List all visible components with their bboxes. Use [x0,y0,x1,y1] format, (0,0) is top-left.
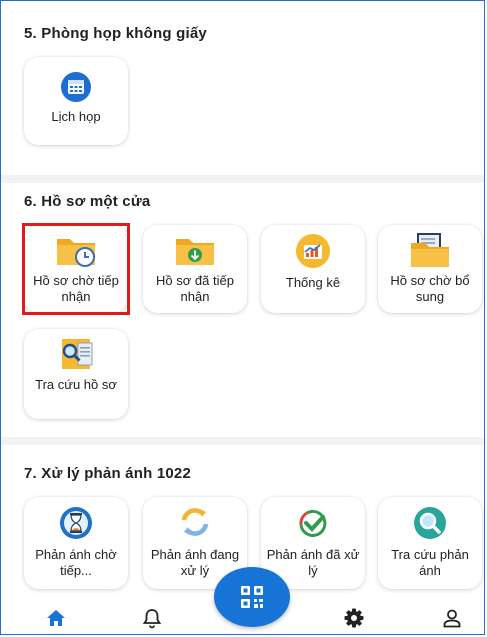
tile-lookup-records[interactable]: Tra cứu hồ sơ [24,329,128,419]
folder-clock-icon [54,233,98,269]
section-title: 5. Phòng họp không giấy [24,25,207,42]
section-divider [1,437,484,445]
bell-icon[interactable] [141,607,163,629]
hourglass-icon [58,505,94,541]
tile-label: Tra cứu phản ánh [391,547,469,578]
tile-feedback-awaiting[interactable]: Phản ánh chờ tiếp... [24,497,128,589]
folder-documents-icon [408,231,452,269]
tile-label: Phản ánh chờ tiếp... [35,547,117,578]
app-screen: 5. Phòng họp không giấy Lịch họp 6. Hồ s… [0,0,485,635]
user-icon[interactable] [441,607,463,629]
folder-download-icon [173,233,217,269]
section-title: 6. Hồ sơ một cửa [24,193,151,210]
tile-label: Hồ sơ chờ tiếp nhận [33,273,119,304]
gear-icon[interactable] [343,607,365,629]
tile-records-awaiting-receipt[interactable]: Hồ sơ chờ tiếp nhận [24,225,128,313]
section-divider [1,175,484,183]
tile-records-awaiting-supplement[interactable]: Hồ sơ chờ bổ sung [378,225,482,313]
tile-meeting-schedule[interactable]: Lịch họp [24,57,128,145]
qr-code-icon [241,586,263,608]
check-circle-icon [295,505,331,541]
tile-label: Hồ sơ đã tiếp nhận [156,273,234,304]
tile-label: Thống kê [285,275,341,290]
tile-label: Tra cứu hồ sơ [35,377,117,392]
search-icon [412,505,448,541]
tile-label: Phản ánh đã xử lý [266,547,360,578]
calendar-icon [60,71,92,103]
refresh-icon [176,503,214,541]
search-document-icon [54,337,98,371]
qr-scan-button[interactable] [214,567,290,627]
tile-label: Hồ sơ chờ bổ sung [390,273,470,304]
home-icon[interactable] [45,607,67,629]
tile-records-received[interactable]: Hồ sơ đã tiếp nhận [143,225,247,313]
section-one-stop-records: 6. Hồ sơ một cửa Hồ sơ chờ tiếp nhận Hồ … [10,183,484,437]
tile-lookup-feedback[interactable]: Tra cứu phản ánh [378,497,482,589]
chart-folder-icon [295,233,331,269]
tile-label: Lịch họp [51,109,101,124]
section-paperless-meeting: 5. Phòng họp không giấy Lịch họp [10,9,484,175]
section-title: 7. Xử lý phản ánh 1022 [24,465,191,482]
tile-statistics[interactable]: Thống kê [261,225,365,313]
